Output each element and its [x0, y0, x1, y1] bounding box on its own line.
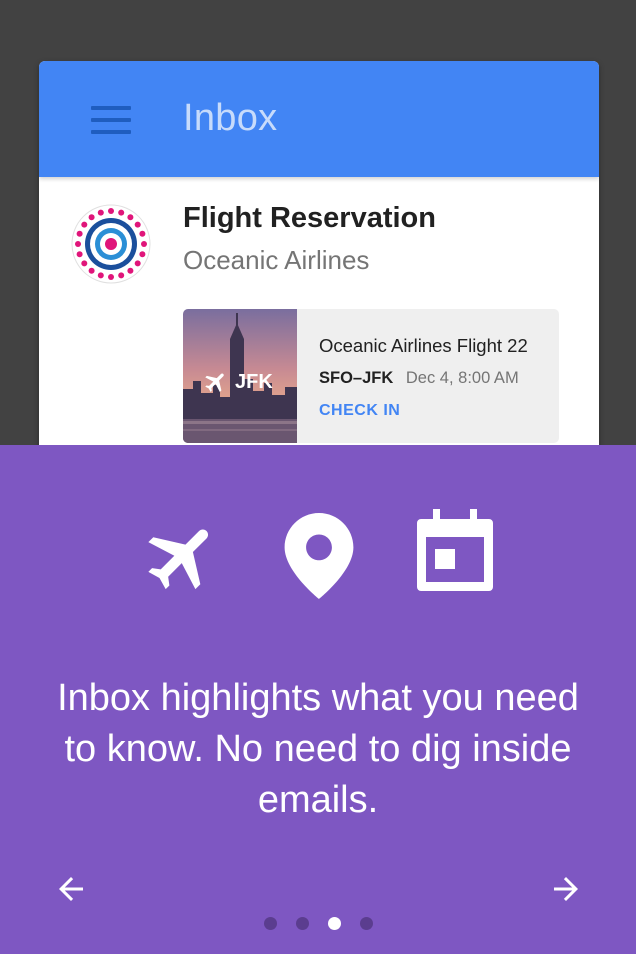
page-indicator — [0, 917, 636, 931]
destination-code: JFK — [235, 370, 273, 393]
airplane-icon — [148, 529, 209, 590]
page-dot-3[interactable] — [328, 917, 341, 930]
onboarding-message: Inbox highlights what you need to know. … — [57, 677, 579, 821]
menu-icon[interactable] — [91, 103, 131, 135]
calendar-icon — [417, 509, 493, 591]
destination-thumbnail: JFK — [183, 309, 297, 443]
previous-arrow-icon[interactable] — [53, 871, 89, 907]
email-subject[interactable]: Flight Reservation — [183, 202, 436, 235]
airplane-small-icon — [205, 373, 224, 392]
app-bar: Inbox — [39, 61, 599, 177]
feature-icons — [0, 507, 636, 599]
sender-logo — [71, 204, 151, 284]
check-in-button[interactable]: CHECK IN — [319, 402, 400, 420]
location-pin-icon — [284, 513, 354, 599]
page-dot-4[interactable] — [360, 917, 373, 930]
onboarding-panel: Inbox highlights what you need to know. … — [0, 445, 636, 954]
flight-title: Oceanic Airlines Flight 22 — [319, 335, 528, 356]
email-sender: Oceanic Airlines — [183, 245, 370, 275]
flight-route: SFO–JFK — [319, 369, 394, 387]
destination-label: JFK — [203, 369, 273, 395]
flight-details: SFO–JFK Dec 4, 8:00 AM — [319, 369, 519, 388]
flight-datetime: Dec 4, 8:00 AM — [405, 369, 519, 387]
email-preview-card: Inbox Flight Reservation Oceanic Airline… — [39, 61, 599, 481]
page-dot-2[interactable] — [296, 917, 309, 930]
app-title: Inbox — [183, 97, 278, 139]
flight-highlight-card[interactable]: JFK Oceanic Airlines Flight 22 SFO–JFK D… — [183, 309, 559, 443]
page-dot-1[interactable] — [264, 917, 277, 930]
next-arrow-icon[interactable] — [548, 871, 584, 907]
